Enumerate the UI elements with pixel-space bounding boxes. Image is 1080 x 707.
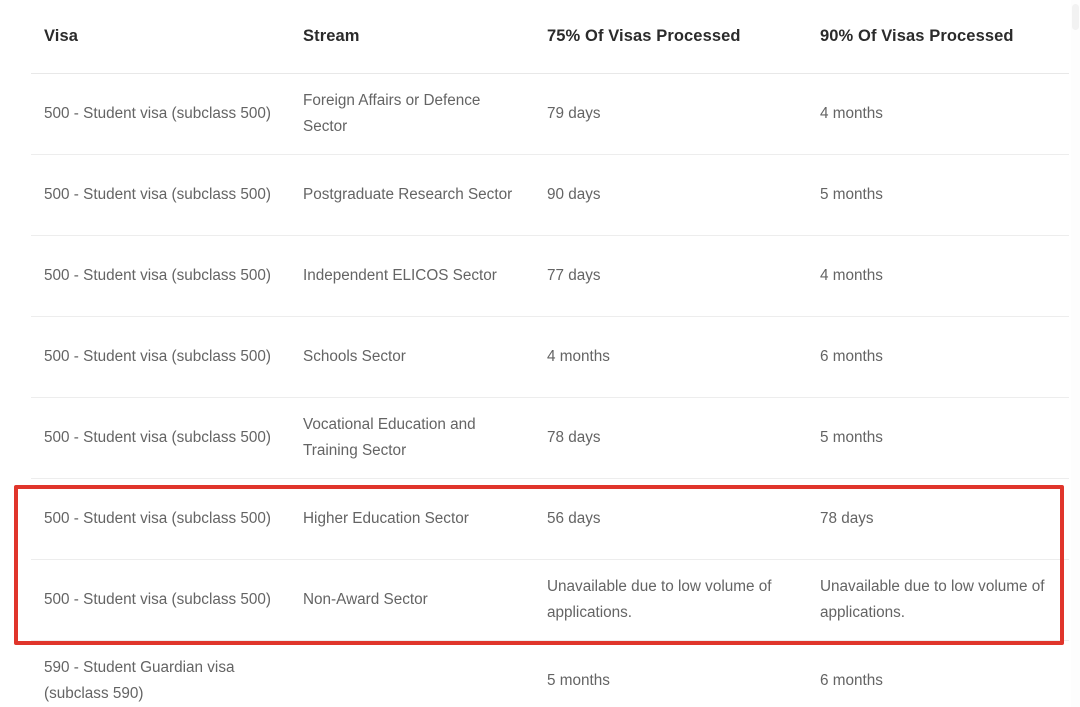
cell-visa: 500 - Student visa (subclass 500) [31, 397, 290, 479]
cell-stream: Schools Sector [290, 316, 534, 398]
visa-processing-times-table: Visa Stream 75% Of Visas Processed 90% O… [31, 0, 1069, 707]
table-row: 500 - Student visa (subclass 500) School… [31, 316, 1069, 398]
cell-stream: Vocational Education and Training Sector [290, 397, 534, 479]
cell-75-percent: 79 days [534, 73, 807, 155]
table-row-highlighted: 500 - Student visa (subclass 500) Higher… [31, 478, 1069, 560]
cell-visa: 500 - Student visa (subclass 500) [31, 235, 290, 317]
table-row: 590 - Student Guardian visa (subclass 59… [31, 640, 1069, 707]
cell-75-percent: 5 months [534, 640, 807, 707]
cell-90-percent: 5 months [807, 397, 1069, 479]
cell-visa: 500 - Student visa (subclass 500) [31, 478, 290, 560]
column-header-stream[interactable]: Stream [290, 0, 534, 74]
cell-visa: 500 - Student visa (subclass 500) [31, 73, 290, 155]
cell-75-percent: 77 days [534, 235, 807, 317]
table-row: 500 - Student visa (subclass 500) Postgr… [31, 154, 1069, 236]
cell-stream: Independent ELICOS Sector [290, 235, 534, 317]
cell-visa: 500 - Student visa (subclass 500) [31, 154, 290, 236]
table-header: Visa Stream 75% Of Visas Processed 90% O… [31, 0, 1069, 74]
table-row-highlighted: 500 - Student visa (subclass 500) Non-Aw… [31, 559, 1069, 641]
cell-75-percent: 78 days [534, 397, 807, 479]
table-row: 500 - Student visa (subclass 500) Indepe… [31, 235, 1069, 317]
cell-stream: Non-Award Sector [290, 559, 534, 641]
cell-90-percent: 4 months [807, 235, 1069, 317]
cell-90-percent: 78 days [807, 478, 1069, 560]
column-header-75-percent[interactable]: 75% Of Visas Processed [534, 0, 807, 74]
cell-90-percent: 4 months [807, 73, 1069, 155]
table-row: 500 - Student visa (subclass 500) Foreig… [31, 73, 1069, 155]
cell-75-percent: 90 days [534, 154, 807, 236]
cell-visa: 590 - Student Guardian visa (subclass 59… [31, 640, 290, 707]
cell-visa: 500 - Student visa (subclass 500) [31, 559, 290, 641]
cell-75-percent: 56 days [534, 478, 807, 560]
cell-90-percent: 5 months [807, 154, 1069, 236]
cell-visa: 500 - Student visa (subclass 500) [31, 316, 290, 398]
table-scroll-container: Visa Stream 75% Of Visas Processed 90% O… [31, 0, 1069, 707]
cell-stream [290, 640, 534, 707]
cell-75-percent: Unavailable due to low volume of applica… [534, 559, 807, 641]
cell-stream: Foreign Affairs or Defence Sector [290, 73, 534, 155]
cell-stream: Higher Education Sector [290, 478, 534, 560]
cell-75-percent: 4 months [534, 316, 807, 398]
vertical-scrollbar[interactable] [1071, 0, 1080, 707]
table-row: 500 - Student visa (subclass 500) Vocati… [31, 397, 1069, 479]
page-root: Visa Stream 75% Of Visas Processed 90% O… [0, 0, 1080, 707]
cell-90-percent: 6 months [807, 640, 1069, 707]
scrollbar-thumb[interactable] [1072, 4, 1079, 30]
cell-90-percent: 6 months [807, 316, 1069, 398]
column-header-90-percent[interactable]: 90% Of Visas Processed [807, 0, 1069, 74]
column-header-visa[interactable]: Visa [31, 0, 290, 74]
table-header-row: Visa Stream 75% Of Visas Processed 90% O… [31, 0, 1069, 74]
table-body: 500 - Student visa (subclass 500) Foreig… [31, 73, 1069, 707]
cell-stream: Postgraduate Research Sector [290, 154, 534, 236]
cell-90-percent: Unavailable due to low volume of applica… [807, 559, 1069, 641]
